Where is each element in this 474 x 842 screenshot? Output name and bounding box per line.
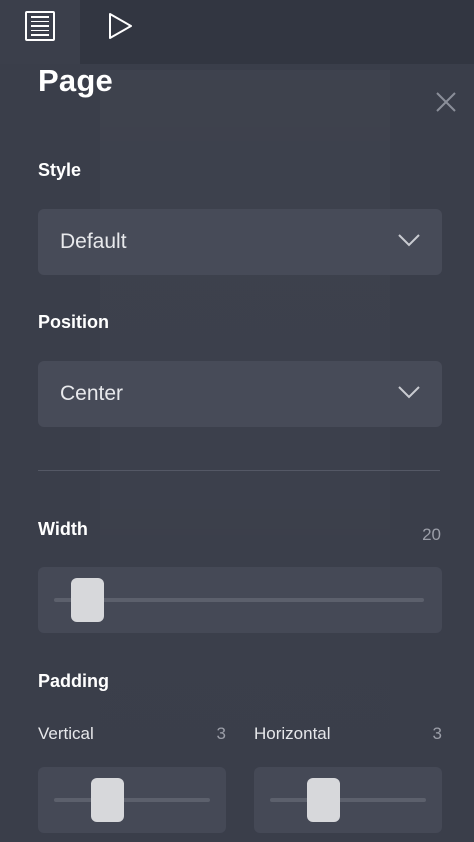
horizontal-slider-thumb[interactable] xyxy=(306,778,340,822)
page-title: Page xyxy=(38,63,113,98)
vertical-slider-thumb[interactable] xyxy=(90,778,124,822)
vertical-slider-track xyxy=(54,798,210,802)
width-slider[interactable] xyxy=(38,567,442,633)
chevron-down-icon xyxy=(398,234,420,247)
toolbar-left xyxy=(0,0,80,64)
position-label: Position xyxy=(38,312,109,332)
vertical-padding-slider[interactable] xyxy=(38,767,226,833)
horizontal-value: 3 xyxy=(432,724,442,743)
width-value: 20 xyxy=(422,525,441,544)
horizontal-padding-slider[interactable] xyxy=(254,767,442,833)
section-divider xyxy=(38,470,440,471)
close-icon[interactable] xyxy=(434,90,458,114)
width-label: Width xyxy=(38,519,88,539)
menu-list-icon[interactable] xyxy=(25,11,55,41)
vertical-label: Vertical xyxy=(38,724,94,743)
style-label: Style xyxy=(38,160,82,180)
width-slider-thumb[interactable] xyxy=(70,578,104,622)
vertical-value: 3 xyxy=(216,724,226,743)
style-select[interactable]: Default xyxy=(38,209,442,275)
play-icon[interactable] xyxy=(104,10,136,42)
chevron-down-icon xyxy=(398,386,420,399)
background-document-ghost xyxy=(100,70,390,830)
width-slider-track xyxy=(54,598,424,602)
style-select-value: Default xyxy=(60,230,127,253)
position-select[interactable]: Center xyxy=(38,361,442,427)
toolbar-right xyxy=(80,0,474,64)
position-select-value: Center xyxy=(60,382,124,405)
horizontal-label: Horizontal xyxy=(254,724,331,743)
horizontal-slider-track xyxy=(270,798,426,802)
padding-label: Padding xyxy=(38,671,109,691)
